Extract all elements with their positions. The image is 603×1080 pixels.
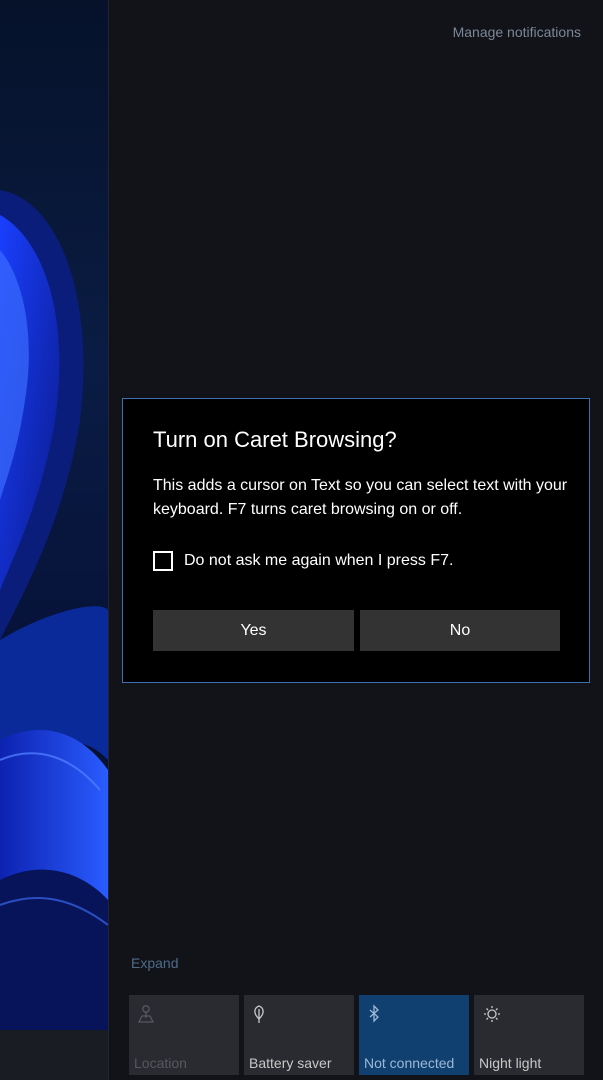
wallpaper-bloom-graphic	[0, 190, 108, 1030]
battery-saver-icon	[254, 1005, 264, 1023]
no-button[interactable]: No	[360, 610, 560, 651]
night-light-icon	[484, 1006, 500, 1022]
yes-button[interactable]: Yes	[153, 610, 354, 651]
taskbar-strip	[0, 1030, 108, 1080]
expand-link[interactable]: Expand	[131, 955, 178, 971]
caret-browsing-dialog: Turn on Caret Browsing? This adds a curs…	[122, 398, 590, 683]
battery-saver-tile-label: Battery saver	[249, 1055, 332, 1071]
bluetooth-tile-label: Not connected	[364, 1055, 455, 1071]
action-center-panel: Manage notifications Turn on Caret Brows…	[108, 0, 603, 1080]
dialog-title: Turn on Caret Browsing?	[153, 427, 397, 452]
checkbox-label: Do not ask me again when I press F7.	[184, 552, 454, 569]
dont-ask-again-checkbox[interactable]: Do not ask me again when I press F7.	[153, 549, 453, 573]
manage-notifications-link[interactable]: Manage notifications	[453, 24, 581, 40]
bluetooth-icon	[369, 1004, 379, 1023]
dialog-message: This adds a cursor on Text so you can se…	[153, 477, 568, 518]
night-light-tile-label: Night light	[479, 1055, 542, 1071]
desktop-wallpaper	[0, 0, 108, 1030]
checkbox-box[interactable]	[153, 551, 173, 571]
location-tile[interactable]: Location	[129, 995, 239, 1075]
bluetooth-tile[interactable]: Not connected	[359, 995, 469, 1075]
location-icon	[137, 1005, 155, 1023]
location-tile-label: Location	[134, 1055, 187, 1071]
battery-saver-tile[interactable]: Battery saver	[244, 995, 354, 1075]
night-light-tile[interactable]: Night light	[474, 995, 584, 1075]
